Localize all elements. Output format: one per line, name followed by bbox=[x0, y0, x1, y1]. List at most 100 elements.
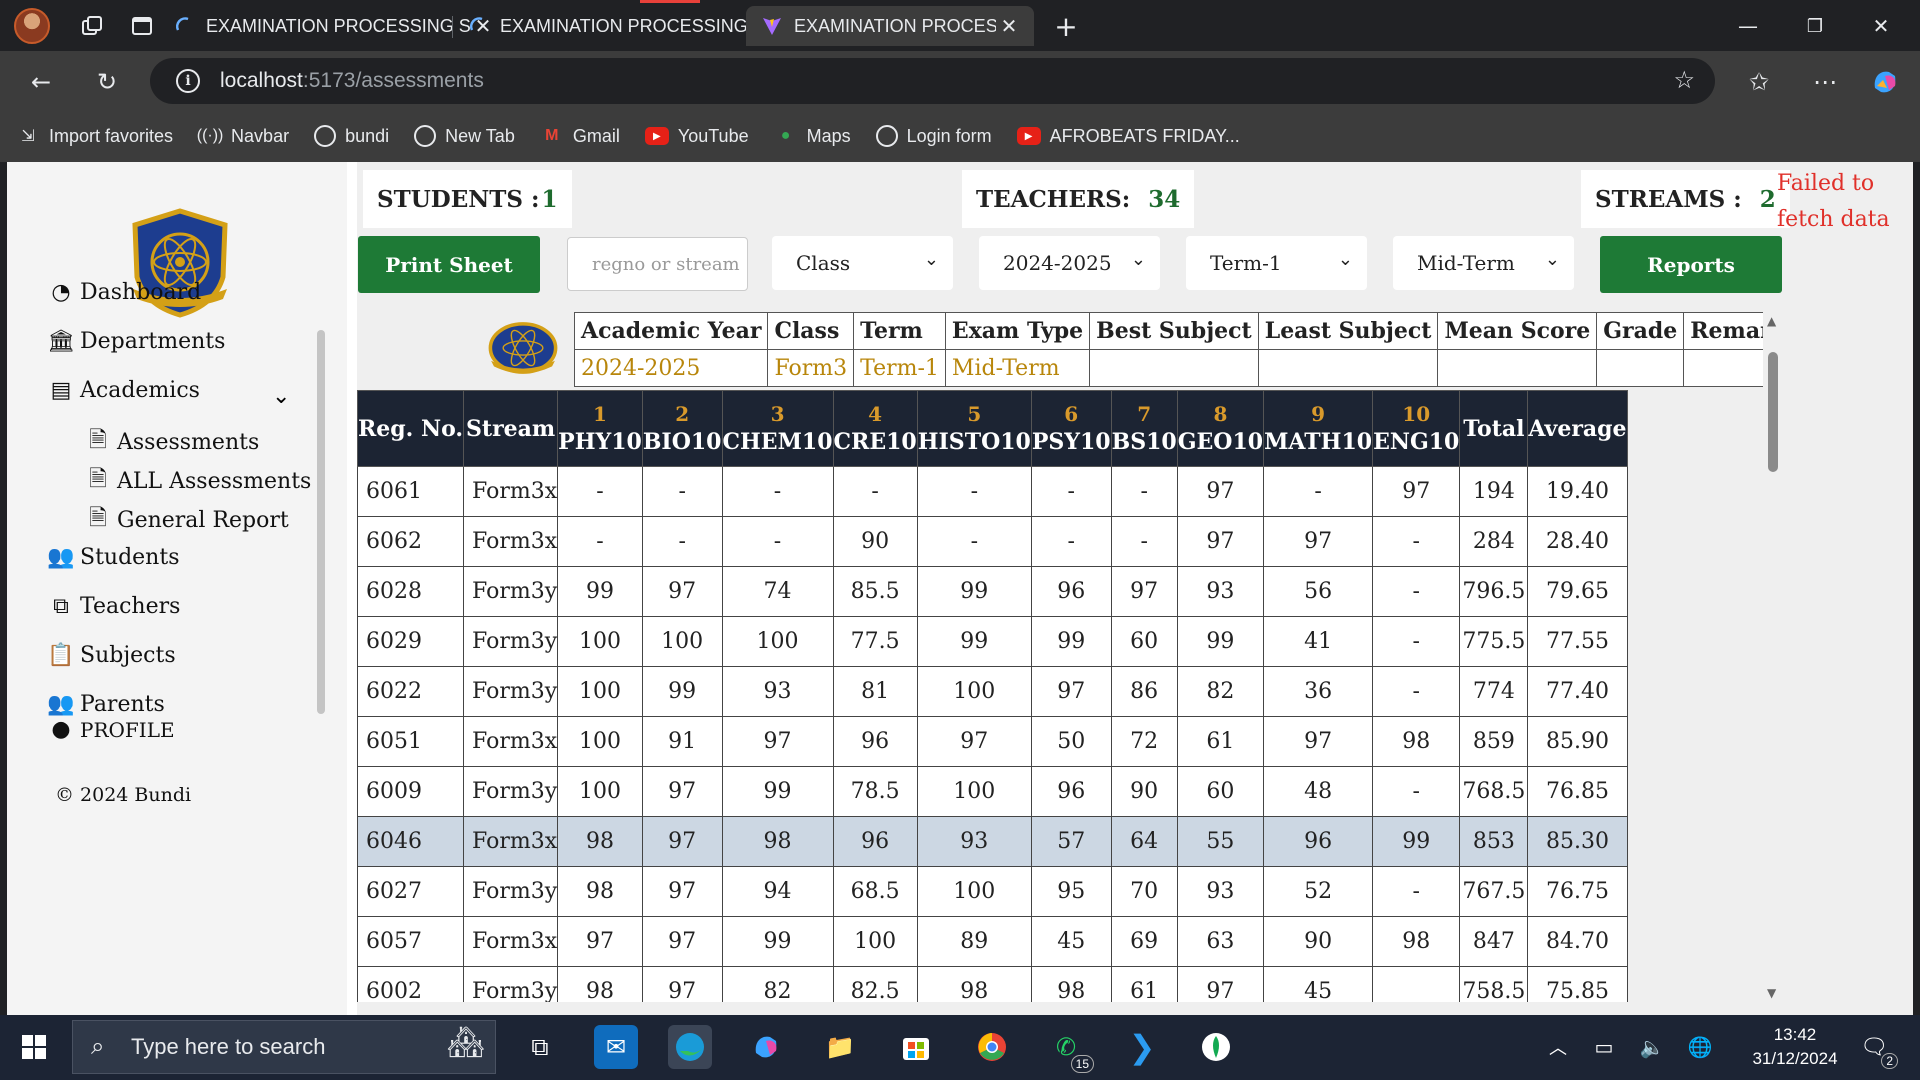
table-row[interactable]: 6002 Form3y 98 97 82 82.5 98 98 61 97 45 758.5 75.85 bbox=[357, 966, 1628, 1002]
print-sheet-button[interactable]: Print Sheet bbox=[358, 236, 540, 293]
network-globe-icon[interactable]: 🌐 bbox=[1678, 1025, 1722, 1069]
bookmark-login-form[interactable]: Login form bbox=[875, 125, 992, 147]
table-row[interactable]: 6062 Form3x - - -90- - -97 97-284 28.40 bbox=[357, 516, 1628, 567]
bookmark-gmail[interactable]: M Gmail bbox=[540, 124, 620, 148]
sidebar-item-dashboard[interactable]: ◔ Dashboard bbox=[48, 280, 201, 305]
table-row[interactable]: 6027 Form3y 98 97 94 68.5 100 95 70 93 52-767.5 76.… bbox=[357, 866, 1628, 917]
battery-icon[interactable]: ▭ bbox=[1582, 1025, 1626, 1069]
restore-icon[interactable]: ❐ bbox=[1797, 8, 1833, 44]
file-explorer-icon[interactable]: 📁 bbox=[818, 1025, 862, 1069]
chevron-down-icon: ⌄ bbox=[1130, 249, 1146, 270]
average-header: Average bbox=[1527, 390, 1628, 467]
score-cell: 61 bbox=[1176, 716, 1265, 767]
scrollbar-thumb[interactable] bbox=[1768, 352, 1778, 472]
sidebar-item-general-report[interactable]: 🗎 General Report bbox=[85, 501, 289, 539]
year-select[interactable]: 2024-2025 ⌄ bbox=[979, 236, 1160, 290]
table-row[interactable]: 6029 Form3y 100 100 100 77.5 99 99 60 99 41-775.5 7… bbox=[357, 616, 1628, 667]
mongodb-icon[interactable] bbox=[1194, 1025, 1238, 1069]
browser-tab-3-active[interactable]: EXAMINATION PROCESSING SYST ✕ bbox=[746, 6, 1034, 46]
info-icon[interactable]: i bbox=[176, 69, 200, 93]
taskbar-search-box[interactable]: ⌕ Type here to search 🏘 bbox=[72, 1020, 496, 1074]
class-select[interactable]: Class ⌄ bbox=[772, 236, 953, 290]
sidebar-item-departments[interactable]: 🏛 Departments bbox=[47, 329, 225, 354]
chevron-down-icon[interactable]: ⌄ bbox=[272, 384, 290, 409]
close-window-icon[interactable]: ✕ bbox=[1863, 8, 1899, 44]
copilot-app-icon[interactable] bbox=[744, 1025, 788, 1069]
sidebar-item-assessments[interactable]: 🗎 Assessments bbox=[85, 423, 259, 461]
table-row[interactable]: 6022 Form3y 100 99 93 81 100 97 86 82 36-774 77.40 bbox=[357, 666, 1628, 717]
bookmark-bundi[interactable]: bundi bbox=[314, 125, 389, 147]
bookmark-new-tab[interactable]: New Tab bbox=[414, 125, 515, 147]
bookmark-afrobeats[interactable]: ▶ AFROBEATS FRIDAY... bbox=[1016, 126, 1240, 147]
score-cell: 48 bbox=[1263, 766, 1374, 817]
microsoft-store-icon[interactable] bbox=[894, 1025, 938, 1069]
bookmarks-bar: ⇲ Import favorites ((·)) Navbar bundi New … bbox=[0, 110, 1920, 162]
chrome-icon[interactable] bbox=[970, 1025, 1014, 1069]
profile-avatar[interactable] bbox=[14, 8, 50, 44]
task-view-icon[interactable]: ⧉ bbox=[518, 1025, 562, 1069]
sidebar-item-all-assessments[interactable]: 🗎 ALL Assessments bbox=[85, 462, 311, 500]
bookmark-maps[interactable]: ● Maps bbox=[774, 124, 851, 148]
score-cell: 74 bbox=[721, 566, 834, 617]
term-select[interactable]: Term-1 ⌄ bbox=[1186, 236, 1367, 290]
sidebar-item-subjects[interactable]: 📋 Subjects bbox=[47, 643, 175, 668]
edge-icon[interactable] bbox=[668, 1025, 712, 1069]
tab-title: EXAMINATION PROCESSING SYST bbox=[500, 15, 764, 36]
sidebar-scrollbar[interactable] bbox=[317, 330, 325, 714]
volume-icon[interactable]: 🔈 bbox=[1630, 1025, 1674, 1069]
sidebar-item-academics[interactable]: ▤ Academics bbox=[48, 378, 200, 403]
new-tab-icon[interactable]: + bbox=[1048, 8, 1084, 44]
results-scrollbar[interactable]: ▲ ▼ bbox=[1765, 312, 1781, 1002]
workspaces-icon[interactable] bbox=[74, 8, 110, 44]
sidebar-item-students[interactable]: 👥 Students bbox=[47, 545, 179, 570]
score-cell: 91 bbox=[641, 716, 723, 767]
close-tab-icon[interactable]: ✕ bbox=[996, 14, 1022, 39]
sidebar-item-teachers[interactable]: ⧉ Teachers bbox=[48, 594, 180, 619]
bookmark-navbar[interactable]: ((·)) Navbar bbox=[197, 124, 289, 148]
score-cell: 100 bbox=[916, 666, 1032, 717]
search-input[interactable] bbox=[567, 237, 748, 291]
dashboard-icon: ◔ bbox=[51, 280, 71, 305]
score-cell: 45 bbox=[1030, 916, 1112, 967]
copilot-icon[interactable] bbox=[1866, 63, 1904, 101]
table-row[interactable]: 6051 Form3x 100 91 97 96 97 50 72 61 97 98 859 85.90 bbox=[357, 716, 1628, 767]
outlook-icon[interactable]: ✉ bbox=[594, 1025, 638, 1069]
table-row[interactable]: 6046 Form3x 98 97 98 96 93 57 64 55 96 99 853 85.30 bbox=[357, 816, 1628, 867]
more-options-icon[interactable]: ⋯ bbox=[1806, 63, 1844, 101]
score-cell: 99 bbox=[557, 566, 643, 617]
whatsapp-icon[interactable]: ✆ 15 bbox=[1044, 1025, 1094, 1073]
reload-icon[interactable]: ↻ bbox=[88, 63, 126, 101]
notification-icon[interactable]: 🗨 2 bbox=[1852, 1025, 1898, 1069]
chevron-up-icon[interactable]: ︿ bbox=[1536, 1025, 1580, 1069]
sidebar-item-parents[interactable]: 👥 Parents bbox=[47, 692, 164, 717]
back-icon[interactable]: ← bbox=[22, 63, 60, 101]
favorite-star-icon[interactable]: ☆ bbox=[1673, 66, 1695, 95]
table-row[interactable]: 6057 Form3x 97 97 99 100 89 45 69 63 90 98 847 84.70 bbox=[357, 916, 1628, 967]
score-cell: 98 bbox=[557, 966, 643, 1002]
vscode-icon[interactable]: ❯ bbox=[1120, 1025, 1164, 1069]
school-crest-logo bbox=[488, 322, 558, 374]
profile-link[interactable]: ● PROFILE bbox=[48, 717, 174, 742]
summary-header-exam-type: Exam Type bbox=[944, 312, 1091, 350]
vertical-tabs-icon[interactable] bbox=[124, 8, 160, 44]
score-cell: - bbox=[916, 516, 1032, 567]
bookmark-import-favorites[interactable]: ⇲ Import favorites bbox=[16, 124, 173, 148]
table-row[interactable]: 6009 Form3y 100 97 99 78.5 100 96 90 60 48-768.5 76… bbox=[357, 766, 1628, 817]
exam-type-select[interactable]: Mid-Term ⌄ bbox=[1393, 236, 1574, 290]
windows-start-icon[interactable] bbox=[12, 1025, 56, 1069]
score-cell: 95 bbox=[1030, 866, 1112, 917]
bookmark-youtube[interactable]: ▶ YouTube bbox=[644, 126, 749, 147]
minimize-icon[interactable]: — bbox=[1730, 8, 1766, 44]
score-cell: 69 bbox=[1110, 916, 1178, 967]
table-row[interactable]: 6028 Form3y 99 97 74 85.5 99 96 97 93 56-796.5 79.6… bbox=[357, 566, 1628, 617]
scroll-down-icon[interactable]: ▼ bbox=[1767, 986, 1776, 1000]
clipboard-icon: 📋 bbox=[47, 643, 75, 668]
reports-button[interactable]: Reports bbox=[1600, 236, 1782, 293]
url-bar[interactable]: i localhost:5173/assessments ☆ bbox=[150, 58, 1715, 104]
taskbar-clock[interactable]: 13:42 31/12/2024 bbox=[1745, 1023, 1845, 1071]
favorites-icon[interactable]: ✩ bbox=[1740, 63, 1778, 101]
scroll-up-icon[interactable]: ▲ bbox=[1767, 314, 1776, 328]
search-icon: ⌕ bbox=[91, 1033, 105, 1060]
table-row[interactable]: 6061 Form3x - - - - - - -97-97 194 19.40 bbox=[357, 466, 1628, 517]
reg-no-cell: 6027 bbox=[357, 866, 465, 917]
